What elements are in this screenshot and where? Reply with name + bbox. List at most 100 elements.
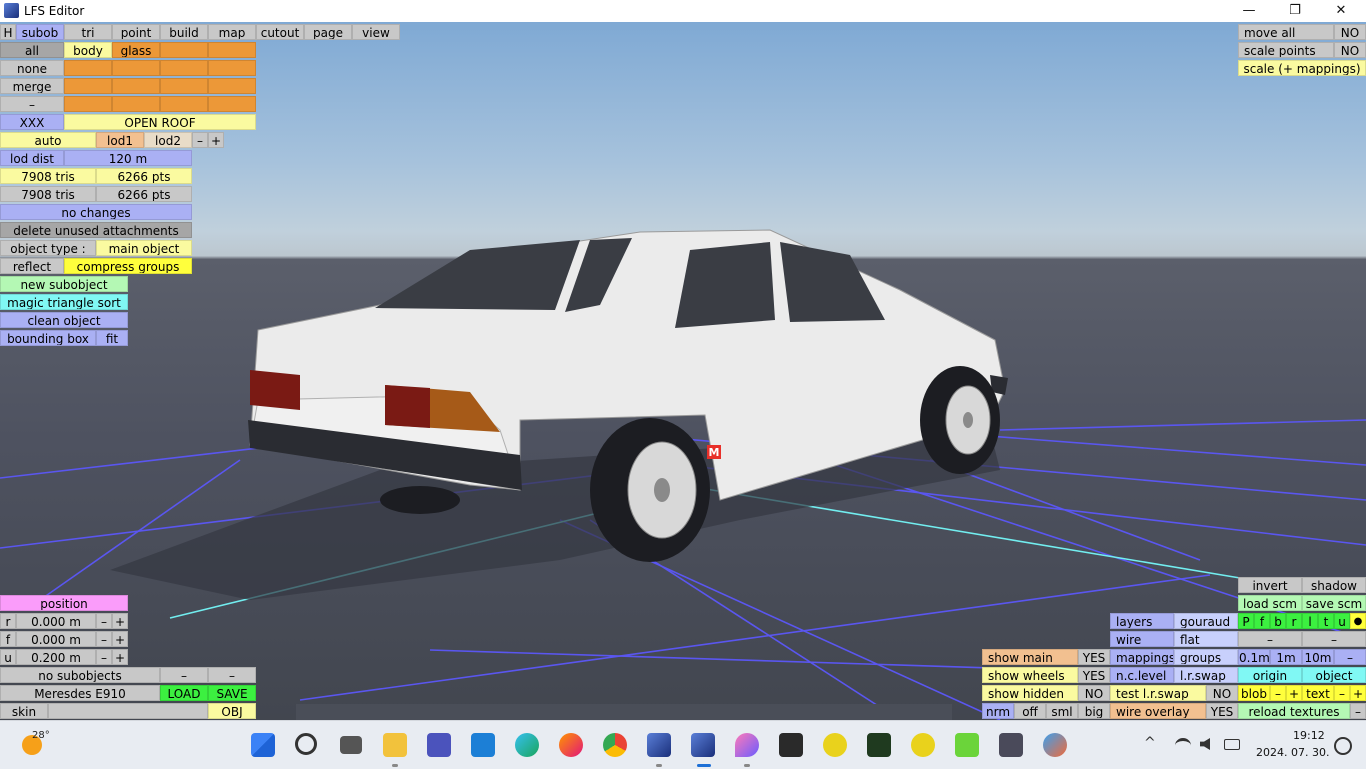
reflect-button[interactable]: reflect [0, 258, 64, 274]
blob-minus-button[interactable]: – [1270, 685, 1286, 701]
tab-tri[interactable]: tri [64, 24, 112, 40]
origin-button[interactable]: origin [1238, 667, 1302, 683]
view-r-button[interactable]: r [1286, 613, 1302, 629]
wifi-icon[interactable] [1175, 738, 1191, 753]
view-p-button[interactable]: P [1238, 613, 1254, 629]
save-scm-button[interactable]: save scm [1302, 595, 1366, 611]
subobject-slot[interactable] [64, 78, 112, 94]
axis-f-value[interactable]: 0.000 m [16, 631, 96, 647]
globe-icon[interactable] [1043, 733, 1067, 757]
search-icon[interactable] [295, 733, 317, 755]
subobject-slot[interactable] [64, 60, 112, 76]
subobject-slot[interactable] [208, 96, 256, 112]
dash-button[interactable]: – [208, 667, 256, 683]
lod-minus-button[interactable]: – [192, 132, 208, 148]
move-all-toggle[interactable]: NO [1334, 24, 1366, 40]
lfs-logo-icon[interactable] [823, 733, 847, 757]
show-hidden-toggle[interactable]: NO [1078, 685, 1110, 701]
subobject-slot[interactable] [160, 78, 208, 94]
start-icon[interactable] [251, 733, 275, 757]
show-wheels-button[interactable]: show wheels [982, 667, 1078, 683]
subobject-name-field[interactable]: OPEN ROOF [64, 114, 256, 130]
blob-button[interactable]: blob [1238, 685, 1270, 701]
view-t-button[interactable]: t [1318, 613, 1334, 629]
file-explorer-icon[interactable] [383, 733, 407, 757]
grid-1m-button[interactable]: 1m [1270, 649, 1302, 665]
scale-points-toggle[interactable]: NO [1334, 42, 1366, 58]
groups-button[interactable]: groups [1174, 649, 1238, 665]
mail-icon[interactable] [471, 733, 495, 757]
test-lr-swap-toggle[interactable]: NO [1206, 685, 1238, 701]
axis-f-minus[interactable]: – [96, 631, 112, 647]
position-header[interactable]: position [0, 595, 128, 611]
subobject-slot[interactable] [160, 96, 208, 112]
off-button[interactable]: off [1014, 703, 1046, 719]
firefox-icon[interactable] [559, 733, 583, 757]
dash-button[interactable]: – [0, 96, 64, 112]
text-plus-button[interactable]: + [1350, 685, 1366, 701]
minimize-button[interactable]: — [1226, 0, 1272, 22]
save-button[interactable]: SAVE [208, 685, 256, 701]
axis-u-value[interactable]: 0.200 m [16, 649, 96, 665]
grid-0-1m-button[interactable]: 0.1m [1238, 649, 1270, 665]
teams-icon[interactable] [427, 733, 451, 757]
lfs-icon[interactable] [647, 733, 671, 757]
tab-cutout[interactable]: cutout [256, 24, 304, 40]
text-minus-button[interactable]: – [1334, 685, 1350, 701]
magic-triangle-sort-button[interactable]: magic triangle sort [0, 294, 128, 310]
bounding-box-button[interactable]: bounding box [0, 330, 96, 346]
show-hidden-button[interactable]: show hidden [982, 685, 1078, 701]
game-tile-icon[interactable] [999, 733, 1023, 757]
clean-object-button[interactable]: clean object [0, 312, 128, 328]
load-button[interactable]: LOAD [160, 685, 208, 701]
show-main-button[interactable]: show main [982, 649, 1078, 665]
task-view-icon[interactable] [340, 736, 362, 754]
tab-build[interactable]: build [160, 24, 208, 40]
clock-time[interactable]: 19:12 [1293, 729, 1325, 742]
subobject-glass[interactable]: glass [112, 42, 160, 58]
no-changes-button[interactable]: no changes [0, 204, 192, 220]
text-button[interactable]: text [1302, 685, 1334, 701]
lod-auto-button[interactable]: auto [0, 132, 96, 148]
reload-textures-button[interactable]: reload textures [1238, 703, 1350, 719]
view-u-button[interactable]: u [1334, 613, 1350, 629]
lod-plus-button[interactable]: + [208, 132, 224, 148]
clock-date[interactable]: 2024. 07. 30. [1256, 746, 1329, 759]
tab-view[interactable]: view [352, 24, 400, 40]
show-wheels-toggle[interactable]: YES [1078, 667, 1110, 683]
obj-button[interactable]: OBJ [208, 703, 256, 719]
subobject-slot[interactable] [112, 60, 160, 76]
select-all-button[interactable]: all [0, 42, 64, 58]
merge-button[interactable]: merge [0, 78, 64, 94]
wire-overlay-toggle[interactable]: YES [1206, 703, 1238, 719]
3d-viewport[interactable]: M H subob tri point build map cutout pag… [0, 22, 1366, 720]
model-name-field[interactable]: Meresdes E910 [0, 685, 160, 701]
flat-button[interactable]: flat [1174, 631, 1238, 647]
mappings-button[interactable]: mappings [1110, 649, 1174, 665]
invert-button[interactable]: invert [1238, 577, 1302, 593]
axis-r-value[interactable]: 0.000 m [16, 613, 96, 629]
water-drop-icon[interactable] [735, 733, 759, 757]
sml-button[interactable]: sml [1046, 703, 1078, 719]
show-main-toggle[interactable]: YES [1078, 649, 1110, 665]
subobject-slot[interactable] [112, 78, 160, 94]
shadow-button[interactable]: shadow [1302, 577, 1366, 593]
battery-icon[interactable] [1224, 739, 1240, 750]
dash-button[interactable]: – [1350, 703, 1366, 719]
wire-overlay-button[interactable]: wire overlay [1110, 703, 1206, 719]
axis-u-plus[interactable]: + [112, 649, 128, 665]
axis-r-minus[interactable]: – [96, 613, 112, 629]
subobject-slot[interactable] [160, 42, 208, 58]
subobject-slot[interactable] [208, 60, 256, 76]
edge-icon[interactable] [515, 733, 539, 757]
scale-mappings-button[interactable]: scale (+ mappings) [1238, 60, 1366, 76]
lod1-button[interactable]: lod1 [96, 132, 144, 148]
new-subobject-button[interactable]: new subobject [0, 276, 128, 292]
subobject-slot[interactable] [208, 78, 256, 94]
subobject-slot[interactable] [64, 96, 112, 112]
lfs-editor-icon[interactable] [691, 733, 715, 757]
scale-points-button[interactable]: scale points [1238, 42, 1334, 58]
lfs-logo2-icon[interactable] [911, 733, 935, 757]
grid-minus-button[interactable]: – [1334, 649, 1366, 665]
dash-button[interactable]: – [1302, 631, 1366, 647]
